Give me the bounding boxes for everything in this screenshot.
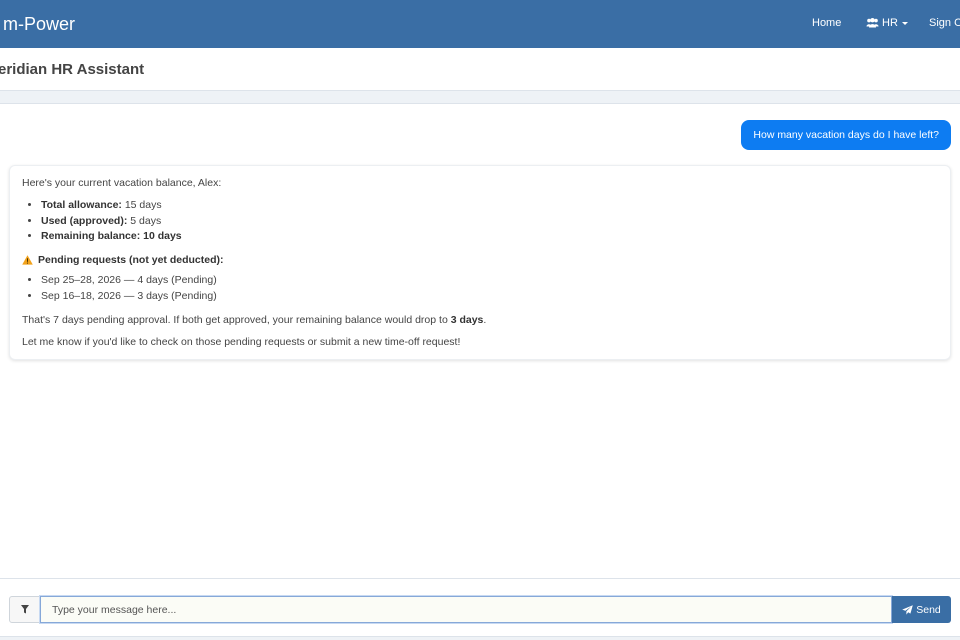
pending-requests-list: Sep 25–28, 2026 — 4 days (Pending) Sep 1… xyxy=(41,273,938,304)
caret-down-icon xyxy=(901,21,908,25)
page-header: eridian HR Assistant xyxy=(0,48,960,91)
list-item: Sep 16–18, 2026 — 3 days (Pending) xyxy=(41,289,938,305)
paper-plane-icon xyxy=(902,604,914,615)
nav-hr-dropdown[interactable]: HR xyxy=(866,17,908,29)
header-divider-bar xyxy=(0,91,960,104)
chat-area[interactable]: How many vacation days do I have left? H… xyxy=(0,104,960,578)
top-navbar: m-Power Home HR Sign O xyxy=(0,0,960,48)
assistant-message-card: Here's your current vacation balance, Al… xyxy=(9,165,951,360)
list-item: Total allowance: 15 days xyxy=(41,198,938,214)
list-item: Used (approved): 5 days xyxy=(41,214,938,230)
send-button[interactable]: Send xyxy=(892,596,951,623)
pending-heading: Pending requests (not yet deducted): xyxy=(22,253,938,267)
warning-icon xyxy=(22,255,33,265)
filter-icon xyxy=(20,605,29,614)
bottom-border xyxy=(0,636,960,640)
nav-home-link[interactable]: Home xyxy=(812,17,841,29)
balance-summary-list: Total allowance: 15 days Used (approved)… xyxy=(41,198,938,245)
nav-signout-link[interactable]: Sign O xyxy=(929,17,960,29)
list-item: Sep 25–28, 2026 — 4 days (Pending) xyxy=(41,273,938,289)
list-item: Remaining balance: 10 days xyxy=(41,229,938,245)
brand-logo[interactable]: m-Power xyxy=(3,13,75,35)
user-message-bubble: How many vacation days do I have left? xyxy=(741,120,951,150)
users-icon xyxy=(866,18,879,28)
filter-button[interactable] xyxy=(9,596,40,623)
composer-bar: Send xyxy=(0,578,960,640)
send-label: Send xyxy=(916,603,941,616)
nav-hr-label: HR xyxy=(882,17,898,29)
assistant-closing: Let me know if you'd like to check on th… xyxy=(22,335,461,348)
page-title: eridian HR Assistant xyxy=(0,61,145,78)
assistant-intro: Here's your current vacation balance, Al… xyxy=(22,177,222,189)
message-input[interactable] xyxy=(40,596,892,623)
assistant-note: That's 7 days pending approval. If both … xyxy=(22,313,487,326)
